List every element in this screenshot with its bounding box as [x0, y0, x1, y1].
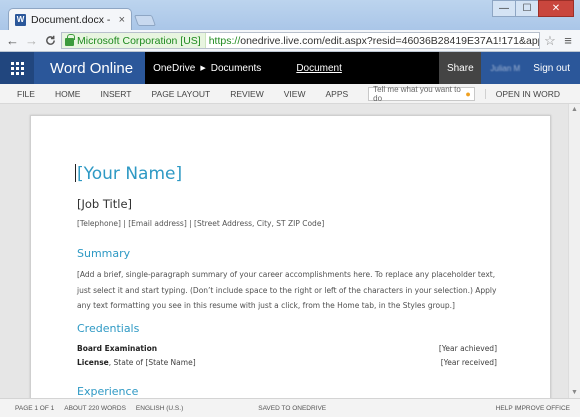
tell-me-placeholder: Tell me what you want to do	[373, 84, 461, 103]
url-scheme: https://	[208, 34, 241, 47]
maximize-button[interactable]: ☐	[515, 0, 539, 17]
credential-row[interactable]: Board Examination [Year achieved]	[77, 344, 497, 353]
tab-title: Document.docx - Microso	[31, 13, 114, 26]
tab-apps[interactable]: APPS	[325, 89, 348, 99]
browser-tab[interactable]: W Document.docx - Microso ×	[8, 8, 132, 30]
tab-page-layout[interactable]: PAGE LAYOUT	[151, 89, 210, 99]
status-bar: PAGE 1 OF 1 ABOUT 220 WORDS ENGLISH (U.S…	[0, 398, 580, 417]
lightbulb-icon: ●	[465, 88, 471, 99]
scroll-up-icon[interactable]: ▲	[571, 106, 578, 113]
tell-me-input[interactable]: Tell me what you want to do ●	[368, 84, 475, 103]
language-indicator[interactable]: ENGLISH (U.S.)	[136, 405, 183, 412]
forward-arrow-icon[interactable]: →	[23, 32, 40, 49]
word-icon: W	[15, 13, 26, 26]
credential-name: License, State of [State Name]	[77, 358, 196, 367]
document-page[interactable]: [Your Name] [Job Title] [Telephone] | [E…	[30, 115, 551, 398]
tab-view[interactable]: VIEW	[284, 89, 306, 99]
url-text: onedrive.live.com/edit.aspx?resid=46036B…	[240, 34, 540, 47]
minimize-button[interactable]: —	[492, 0, 516, 17]
breadcrumb: OneDrive ▶ Documents Document	[145, 52, 440, 84]
word-count: ABOUT 220 WORDS	[64, 404, 126, 412]
app-launcher-icon[interactable]	[0, 52, 34, 84]
credential-year: [Year received]	[440, 358, 497, 367]
back-arrow-icon[interactable]: ←	[4, 32, 21, 49]
address-toolbar: ← → Microsoft Corporation [US] https:// …	[0, 30, 580, 52]
scroll-down-icon[interactable]: ▼	[571, 389, 578, 396]
credential-name: Board Examination	[77, 344, 157, 353]
breadcrumb-documents[interactable]: Documents	[211, 63, 262, 74]
summary-line: just select it and start typing. (Don’t …	[77, 285, 497, 295]
summary-paragraph[interactable]: [Add a brief, single-paragraph summary o…	[77, 267, 505, 314]
tab-insert[interactable]: INSERT	[100, 89, 131, 99]
open-in-word-button[interactable]: OPEN IN WORD	[484, 88, 560, 99]
reload-icon[interactable]	[42, 32, 59, 49]
resume-job-title[interactable]: [Job Title]	[77, 197, 132, 211]
credentials-heading: Credentials	[77, 322, 140, 335]
resume-name[interactable]: [Your Name]	[77, 164, 182, 184]
credential-year: [Year achieved]	[438, 344, 497, 353]
window-controls: — ☐ ✕	[492, 0, 574, 17]
browser-tabstrip: W Document.docx - Microso × — ☐ ✕	[0, 0, 580, 30]
text-cursor	[75, 164, 76, 182]
tab-review[interactable]: REVIEW	[230, 89, 264, 99]
url-bar[interactable]: Microsoft Corporation [US] https:// oned…	[61, 32, 540, 49]
site-identity-badge[interactable]: Microsoft Corporation [US]	[62, 33, 206, 48]
tab-file[interactable]: FILE	[17, 89, 35, 99]
document-name[interactable]: Document	[296, 63, 342, 74]
save-status: SAVED TO ONEDRIVE	[258, 404, 327, 412]
menu-icon[interactable]: ≡	[560, 33, 576, 48]
tab-close-icon[interactable]: ×	[119, 14, 125, 26]
chevron-right-icon: ▶	[200, 65, 206, 72]
page-count: PAGE 1 OF 1	[15, 404, 55, 412]
app-header: Word Online OneDrive ▶ Documents Documen…	[0, 52, 580, 84]
star-icon[interactable]: ☆	[542, 33, 558, 49]
sign-out-link[interactable]: Sign out	[529, 63, 580, 74]
summary-heading: Summary	[77, 247, 131, 260]
document-canvas[interactable]: [Your Name] [Job Title] [Telephone] | [E…	[0, 104, 580, 398]
breadcrumb-onedrive[interactable]: OneDrive	[153, 63, 195, 74]
close-window-button[interactable]: ✕	[538, 0, 574, 17]
help-improve-link[interactable]: HELP IMPROVE OFFICE	[496, 405, 570, 412]
summary-line: any text formatting you see in this resu…	[77, 301, 455, 310]
user-name[interactable]: Julian M	[481, 64, 529, 73]
credential-title: Board Examination	[77, 344, 158, 353]
vertical-scrollbar[interactable]: ▲ ▼	[568, 104, 580, 398]
ribbon-tabs: FILE HOME INSERT PAGE LAYOUT REVIEW VIEW…	[0, 84, 580, 104]
credential-row[interactable]: License, State of [State Name] [Year rec…	[77, 358, 497, 367]
credential-title: License	[77, 358, 109, 367]
tab-home[interactable]: HOME	[55, 89, 81, 99]
site-identity: Microsoft Corporation [US]	[77, 34, 201, 47]
summary-line: [Add a brief, single-paragraph summary o…	[77, 270, 496, 279]
credential-detail: , State of [State Name]	[108, 358, 196, 367]
new-tab-button[interactable]	[133, 15, 157, 26]
app-name[interactable]: Word Online	[34, 60, 145, 77]
lock-icon	[65, 34, 75, 46]
experience-heading: Experience	[77, 385, 139, 398]
share-button[interactable]: Share	[439, 52, 482, 84]
resume-contact-line[interactable]: [Telephone] | [Email address] | [Street …	[77, 219, 324, 228]
